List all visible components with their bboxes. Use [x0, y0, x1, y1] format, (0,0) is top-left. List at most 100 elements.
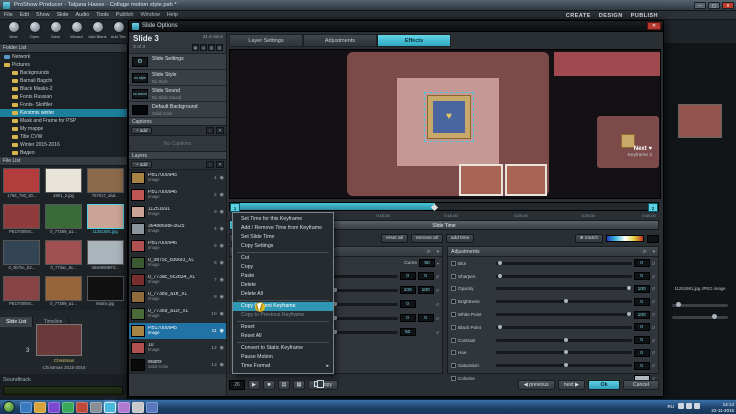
reset-icon[interactable]: ↺ [642, 249, 646, 255]
layer-row[interactable]: 36488698F3625 Image 4 ◉ [129, 221, 226, 238]
menu-item-paste[interactable]: Paste [233, 272, 333, 281]
menu-item-copy-settings[interactable]: Copy Settings [233, 242, 333, 251]
center-y-value[interactable]: 0 [417, 314, 434, 322]
layer-row[interactable]: PB17000946 Image 5 ◉ [129, 238, 226, 255]
minimize-button[interactable]: – [694, 2, 706, 9]
taskbar-app-icon[interactable] [146, 402, 158, 413]
language-indicator[interactable]: RU [668, 404, 675, 409]
visibility-icon[interactable]: ◉ [220, 328, 224, 334]
new-button[interactable]: New [3, 21, 24, 39]
reset-icon[interactable]: ↺ [652, 363, 655, 368]
taskbar-explorer-icon[interactable] [34, 402, 46, 413]
reset-icon[interactable]: ↺ [436, 288, 439, 293]
keyframe-track[interactable]: 1 2 [229, 202, 659, 212]
black-point-checkbox[interactable] [451, 324, 456, 330]
menu-item-set-time[interactable]: Set Time for this Keyframe [233, 215, 333, 224]
visibility-icon[interactable]: ◉ [220, 243, 224, 249]
hue-slider[interactable] [496, 350, 632, 355]
menu-audio[interactable]: Audio [75, 12, 89, 18]
cancel-button[interactable]: Cancel [623, 380, 659, 390]
menu-show[interactable]: Show [36, 12, 50, 18]
tray-icon[interactable] [678, 403, 684, 409]
ok-button[interactable]: Ok [588, 380, 620, 390]
kf-remove-all-button[interactable]: remove all [410, 234, 443, 243]
menu-item-reset-all[interactable]: Reset All [233, 332, 333, 341]
section-slide-sound[interactable]: no sound Slide Sound No Slide Sound [129, 86, 226, 102]
layer-row[interactable]: 11251691 Image 3 ◉ [129, 204, 226, 221]
reset-icon[interactable]: ↺ [652, 261, 655, 266]
detail-view-icon[interactable]: ▧ [216, 44, 223, 51]
visibility-icon[interactable]: ◉ [220, 362, 224, 368]
reset-icon[interactable]: ↺ [436, 274, 439, 279]
folder-item[interactable]: Barnali Bagchi [0, 77, 127, 85]
black-point-slider[interactable] [496, 324, 632, 329]
folder-item[interactable]: Winter 2015-2016 [0, 141, 127, 149]
layer-row[interactable]: 10 Image 12 ◉ [129, 340, 226, 357]
folder-item[interactable]: Видео [0, 149, 127, 157]
menu-item-cut[interactable]: Cut [233, 254, 333, 263]
save-button[interactable]: Save [45, 21, 66, 39]
slide-thumbnail[interactable] [36, 324, 82, 356]
layer-delete-icon[interactable]: ✕ [216, 161, 224, 168]
menu-window[interactable]: Window [141, 12, 160, 18]
section-default-background[interactable]: Default Background Solid Color [129, 102, 226, 118]
file-thumb[interactable]: 0_77369_a1... [43, 203, 85, 239]
file-thumb[interactable]: 1766_760_20... [1, 167, 43, 203]
tray-icon[interactable] [694, 403, 700, 409]
create-button[interactable]: CREATE [566, 13, 591, 19]
zoom-x-value[interactable]: 100 [399, 286, 416, 294]
kf-reset-all-button[interactable]: reset all [380, 234, 408, 243]
menu-item-reset[interactable]: Reset [233, 323, 333, 332]
reset-icon[interactable]: ↺ [436, 316, 439, 321]
contrast-value[interactable]: 0 [633, 336, 650, 345]
split-view-icon[interactable]: ▥ [208, 44, 215, 51]
contrast-slider[interactable] [496, 337, 632, 342]
menu-item-convert-static[interactable]: Convert to Static Keyframe [233, 344, 333, 353]
curve-value[interactable]: 50 [418, 259, 435, 267]
grid-view-icon[interactable]: ▦ [192, 44, 199, 51]
slider-handle[interactable] [626, 312, 631, 317]
visibility-icon[interactable]: ◉ [220, 311, 224, 317]
menu-item-copy-current-keyframe[interactable]: Copy Current Keyframe [233, 302, 333, 311]
playhead-marker[interactable] [431, 203, 439, 212]
color-gradient-widget[interactable] [606, 235, 644, 242]
saturation-slider[interactable] [496, 363, 632, 368]
hue-checkbox[interactable] [451, 350, 456, 356]
smoothing-value[interactable]: 50 [399, 328, 416, 336]
kf-match-button[interactable]: ⊕ match [574, 234, 603, 243]
taskbar-proshow-icon[interactable] [104, 402, 116, 413]
taskbar-browser-icon[interactable] [20, 402, 32, 413]
folder-item[interactable]: Title CVW [0, 133, 127, 141]
menu-item-delete-all[interactable]: Delete All [233, 290, 333, 299]
panel-slider[interactable] [672, 302, 728, 307]
dialog-close-button[interactable]: ✕ [647, 22, 661, 30]
slider-handle[interactable] [563, 363, 568, 368]
reset-icon[interactable]: ↺ [652, 338, 655, 343]
kf-add-time-button[interactable]: add time [445, 234, 475, 243]
layer-row[interactable]: 0_9b75c_b306f3_XL Image 6 ◉ [129, 255, 226, 272]
reset-icon[interactable]: ↺ [652, 274, 655, 279]
reset-icon[interactable]: ↺ [652, 325, 655, 330]
folder-item[interactable]: Black Masks-2 [0, 85, 127, 93]
open-button[interactable]: Open [24, 21, 45, 39]
file-thumb[interactable]: 4801_2.jpg [43, 167, 85, 203]
white-point-slider[interactable] [496, 312, 632, 317]
visibility-icon[interactable]: ◉ [220, 192, 224, 198]
taskbar-app-icon[interactable] [118, 402, 130, 413]
folder-item[interactable]: Backgrounds [0, 69, 127, 77]
visibility-icon[interactable]: ◉ [220, 294, 224, 300]
add-blank-button[interactable]: Add Blank [87, 21, 108, 39]
taskbar-app-icon[interactable] [90, 402, 102, 413]
play-button[interactable]: ▶ [248, 380, 260, 390]
center-x-value[interactable]: 0 [399, 314, 416, 322]
add-title-button[interactable]: Add Title [108, 21, 129, 39]
list-view-icon[interactable]: ▤ [200, 44, 207, 51]
visibility-icon[interactable]: ◉ [220, 277, 224, 283]
slider-handle[interactable] [676, 302, 681, 307]
soundtrack-waveform[interactable] [3, 386, 123, 395]
caption-delete-icon[interactable]: ✕ [216, 127, 224, 134]
tray-icon[interactable] [686, 403, 692, 409]
layer-row[interactable]: 0_773ac_6c2b34_XL Image 7 ◉ [129, 272, 226, 289]
start-button[interactable] [3, 401, 15, 413]
visibility-icon[interactable]: ◉ [220, 209, 224, 215]
